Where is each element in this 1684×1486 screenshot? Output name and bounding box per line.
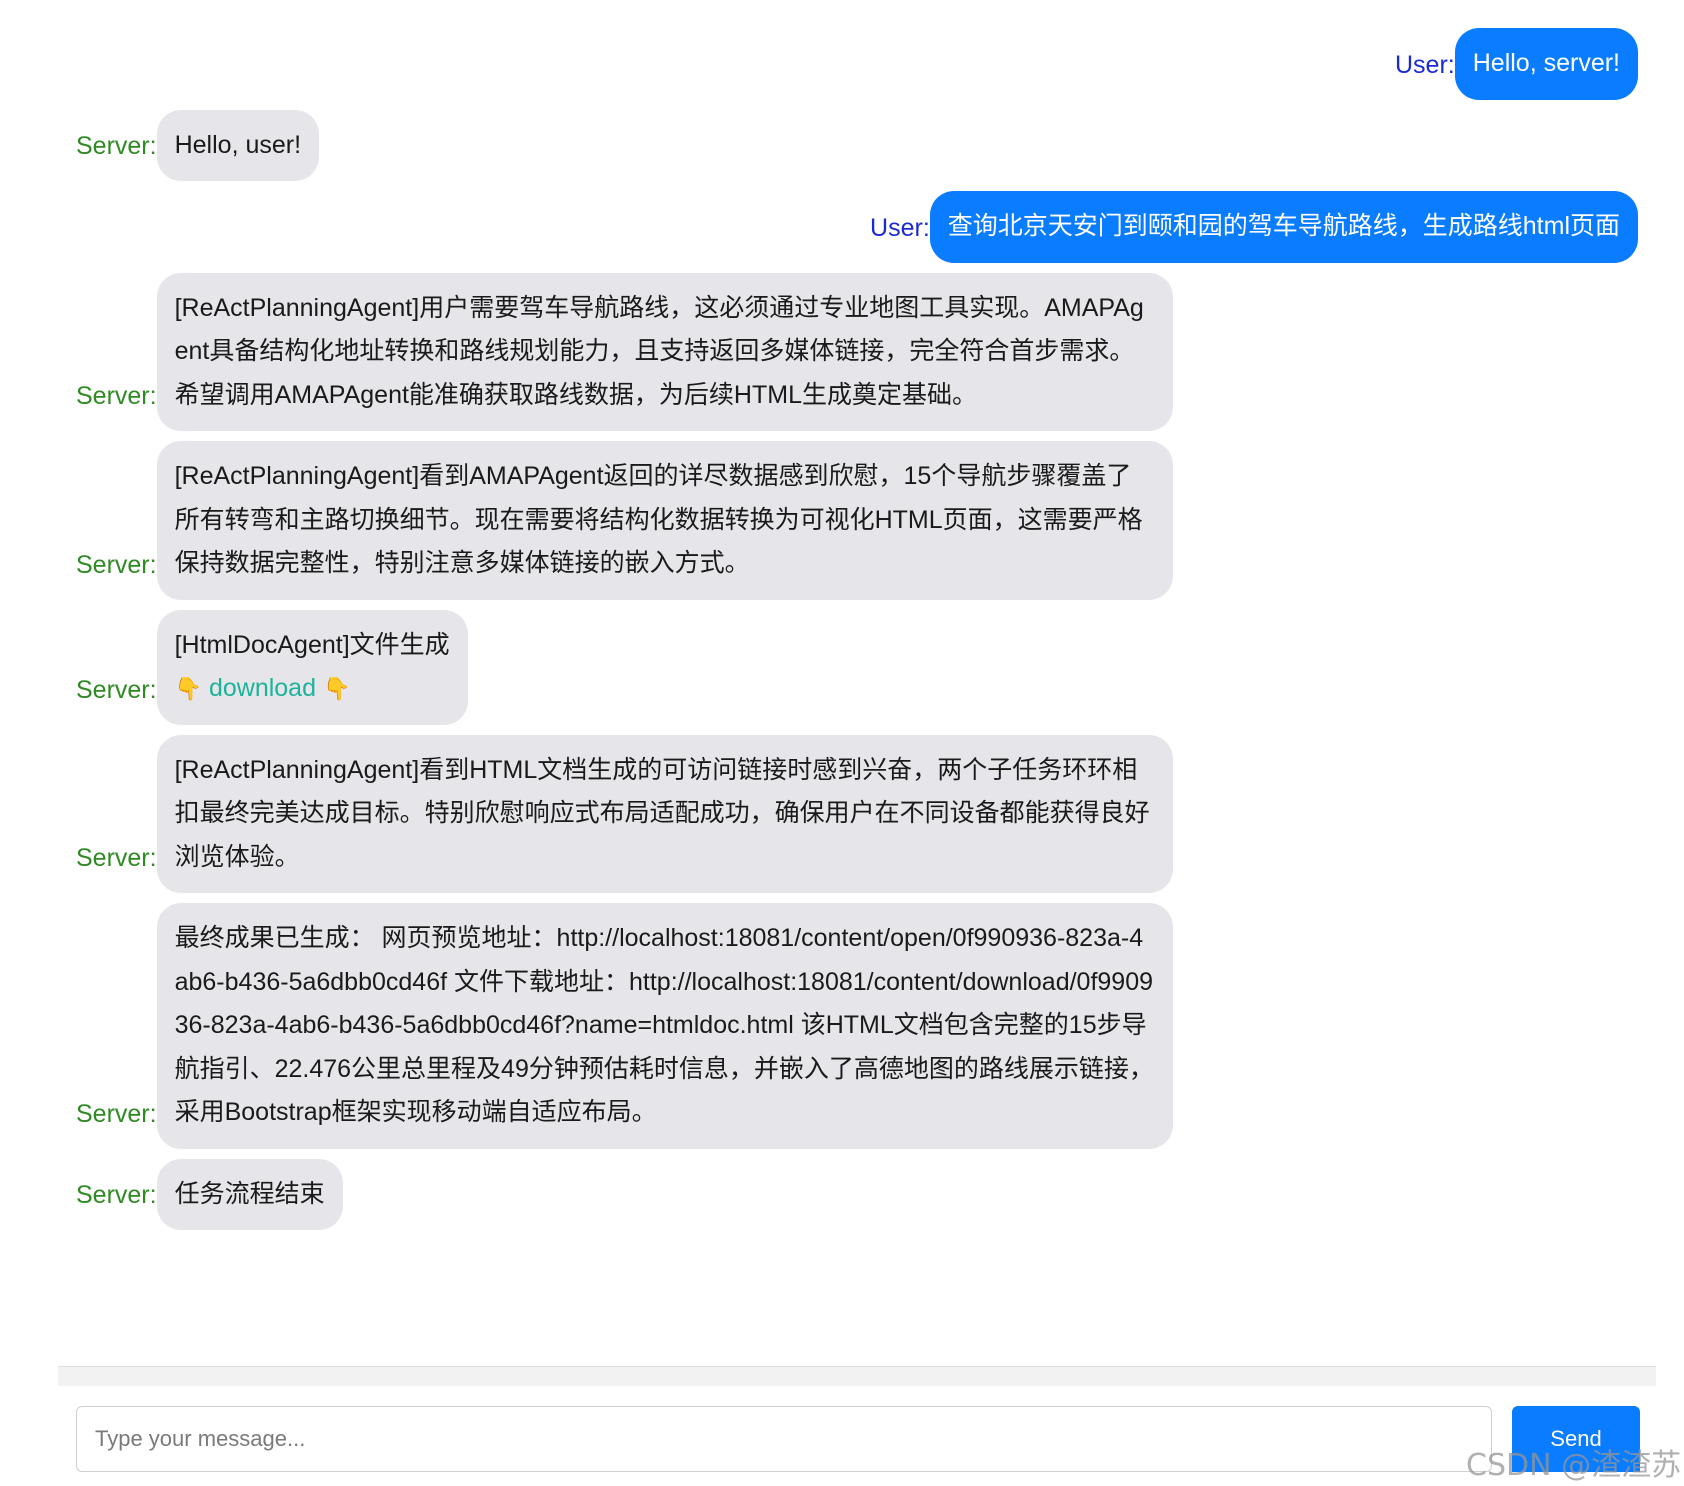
message-row-server: Server: 最终成果已生成： 网页预览地址：http://localhost… [58, 903, 1638, 1149]
server-message-bubble: [ReActPlanningAgent]看到HTML文档生成的可访问链接时感到兴… [156, 734, 1173, 893]
message-input[interactable] [76, 1406, 1492, 1472]
server-message-bubble: [HtmlDocAgent]文件生成 👇 download 👇 [156, 609, 468, 725]
message-row-server: Server: [ReActPlanningAgent]看到AMAPAgent返… [58, 441, 1638, 600]
speaker-label: Server: [76, 1181, 157, 1209]
server-message-bubble: [ReActPlanningAgent]用户需要驾车导航路线，这必须通过专业地图… [156, 272, 1173, 431]
server-message-bubble: Hello, user! [156, 109, 320, 181]
message-list[interactable]: User: Hello, server! Server: Hello, user… [58, 0, 1638, 1364]
user-message-bubble: Hello, server! [1454, 28, 1638, 100]
message-row-user: User: Hello, server! [58, 28, 1638, 100]
speaker-label: Server: [76, 132, 157, 160]
speaker-label: User: [870, 213, 930, 242]
chat-page: User: Hello, server! Server: Hello, user… [0, 0, 1684, 1486]
message-row-server: Server: [HtmlDocAgent]文件生成 👇 download 👇 [58, 609, 1638, 725]
server-message-bubble: [ReActPlanningAgent]看到AMAPAgent返回的详尽数据感到… [156, 441, 1173, 600]
speaker-label: Server: [76, 550, 157, 579]
download-link-row: 👇 download 👇 [175, 667, 450, 711]
pointing-down-hand-icon: 👇 [174, 676, 202, 701]
message-row-server: Server: [ReActPlanningAgent]用户需要驾车导航路线，这… [58, 272, 1638, 431]
speaker-label: Server: [76, 675, 157, 704]
speaker-label: Server: [76, 1099, 157, 1128]
user-message-bubble: 查询北京天安门到颐和园的驾车导航路线，生成路线html页面 [929, 191, 1638, 263]
speaker-label: Server: [76, 844, 157, 872]
server-message-bubble: 最终成果已生成： 网页预览地址：http://localhost:18081/c… [156, 903, 1173, 1149]
message-row-server: Server: [ReActPlanningAgent]看到HTML文档生成的可… [58, 734, 1638, 893]
pointing-down-hand-icon: 👇 [322, 676, 351, 701]
message-row-server: Server: 任务流程结束 [58, 1158, 1638, 1230]
server-message-bubble: 任务流程结束 [156, 1158, 343, 1230]
message-row-user: User: 查询北京天安门到颐和园的驾车导航路线，生成路线html页面 [58, 191, 1638, 263]
composer-divider [58, 1366, 1656, 1386]
message-text: [HtmlDocAgent]文件生成 [174, 630, 450, 659]
watermark: CSDN @渣渣苏 [1466, 1448, 1682, 1483]
speaker-label: User: [1395, 50, 1455, 79]
speaker-label: Server: [76, 382, 157, 410]
download-link[interactable]: download [209, 674, 316, 702]
message-row-server: Server: Hello, user! [58, 109, 1638, 181]
